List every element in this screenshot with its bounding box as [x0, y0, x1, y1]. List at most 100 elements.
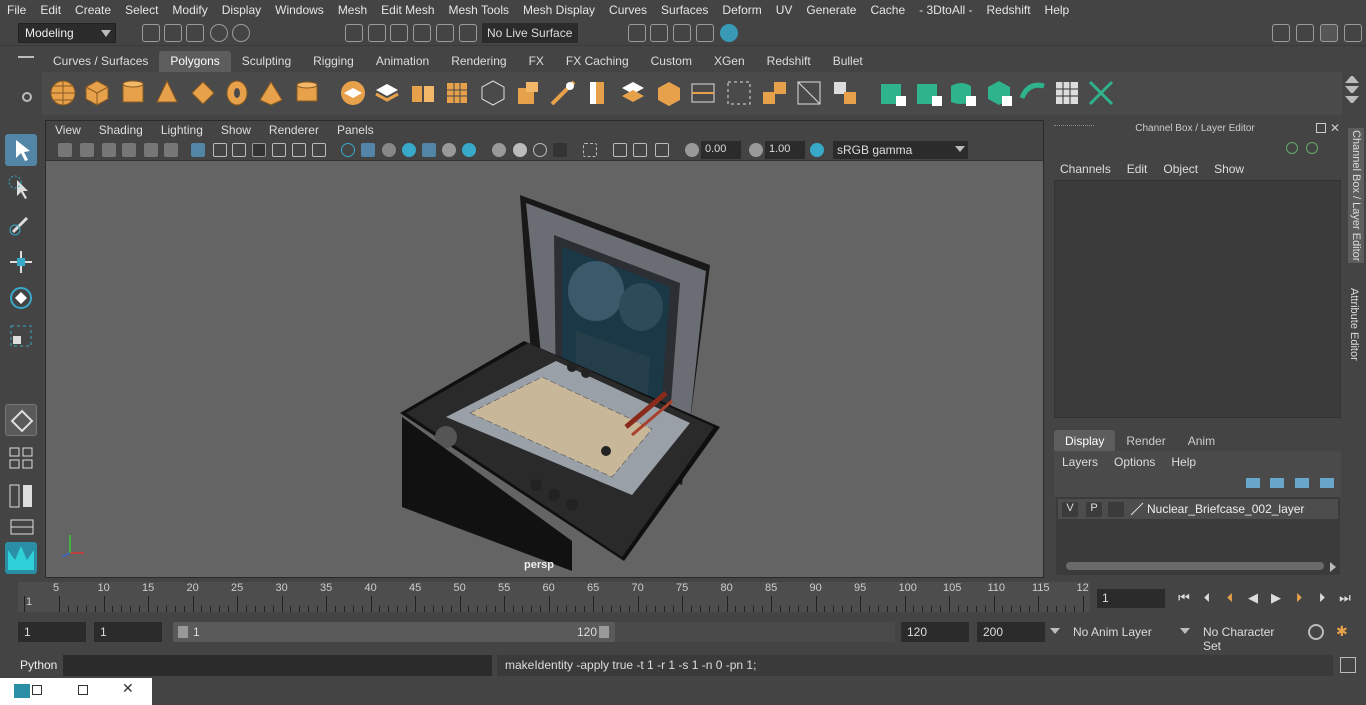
menu-mesh-tools[interactable]: Mesh Tools [442, 3, 516, 17]
isolate-select-icon[interactable] [583, 143, 597, 157]
speed-icon[interactable] [1306, 142, 1318, 154]
viewport-menu-panels[interactable]: Panels [328, 121, 383, 139]
uv-unfold-icon[interactable] [1018, 78, 1048, 108]
select-component-icon[interactable] [390, 24, 408, 42]
ambient-occlusion-icon[interactable] [492, 143, 506, 157]
go-to-start-icon[interactable]: ⏮ [1176, 590, 1192, 606]
layout-four-view-icon[interactable] [5, 444, 37, 472]
animation-preferences-icon[interactable]: ✱ [1336, 623, 1348, 640]
playback-end-field[interactable]: 120 [901, 622, 969, 642]
menu-display[interactable]: Display [215, 3, 268, 17]
menu-redshift[interactable]: Redshift [980, 3, 1038, 17]
poly-cylinder-icon[interactable] [118, 78, 148, 108]
wireframe-icon[interactable] [341, 143, 355, 157]
layout-stacked-icon[interactable] [5, 516, 37, 538]
snap-grid-icon[interactable] [413, 24, 431, 42]
float-panel-icon[interactable] [1316, 123, 1326, 133]
slide-edge-icon[interactable] [794, 78, 824, 108]
exposure-icon[interactable] [685, 143, 699, 157]
close-icon[interactable]: ✕ [1330, 121, 1340, 135]
reduce-icon[interactable] [478, 78, 508, 108]
grease-pencil-icon[interactable] [164, 143, 178, 157]
scene-end-field[interactable]: 200 [977, 622, 1045, 642]
uv-cut-sew-icon[interactable] [1086, 78, 1116, 108]
channel-menu-edit[interactable]: Edit [1119, 160, 1156, 178]
paint-select-tool-icon[interactable] [5, 208, 37, 240]
poly-plane-icon[interactable] [188, 78, 218, 108]
scene-start-field[interactable]: 1 [18, 622, 86, 642]
resolution-gate-icon[interactable] [232, 143, 246, 157]
xray-icon[interactable] [402, 143, 416, 157]
range-track[interactable] [615, 622, 895, 642]
character-set-field[interactable]: No Character Set [1197, 622, 1301, 653]
shelf-tab-fx-caching[interactable]: FX Caching [555, 51, 640, 72]
menu-edit[interactable]: Edit [33, 3, 68, 17]
hypershade-icon[interactable] [720, 24, 738, 42]
side-tab-channel-box[interactable]: Channel Box / Layer Editor [1348, 128, 1364, 264]
layer-color-icon[interactable] [1130, 502, 1144, 516]
layer-menu-options[interactable]: Options [1106, 455, 1163, 469]
shelf-settings-gear-icon[interactable] [22, 92, 32, 102]
menu-mesh-display[interactable]: Mesh Display [516, 3, 602, 17]
close-window-icon[interactable]: ✕ [122, 680, 134, 697]
menu-surfaces[interactable]: Surfaces [654, 3, 715, 17]
poly-torus-icon[interactable] [222, 78, 252, 108]
safe-action-icon[interactable] [292, 143, 306, 157]
ipr-render-icon[interactable] [650, 24, 668, 42]
restore-icon[interactable] [32, 685, 42, 695]
viewport-menu-show[interactable]: Show [212, 121, 260, 139]
mirror-icon[interactable] [408, 78, 438, 108]
current-frame-field[interactable]: 1 [1097, 589, 1165, 608]
shelf-tab-fx[interactable]: FX [518, 51, 555, 72]
tab-display[interactable]: Display [1054, 430, 1116, 452]
textured-icon[interactable] [422, 143, 436, 157]
multi-cut-icon[interactable] [688, 78, 718, 108]
menu-windows[interactable]: Windows [268, 3, 331, 17]
viewport-panel[interactable]: View Shading Lighting Show Renderer Panels 0.… [45, 120, 1044, 578]
manipulator-icon[interactable] [1286, 142, 1298, 154]
layer-menu-layers[interactable]: Layers [1054, 455, 1106, 469]
uv-auto-icon[interactable] [984, 78, 1014, 108]
mode-selector[interactable]: Modeling [18, 23, 116, 43]
uv-editor-icon[interactable] [1052, 78, 1082, 108]
play-backward-icon[interactable]: ◀ [1245, 590, 1261, 606]
film-gate-icon[interactable] [213, 143, 227, 157]
command-language-label[interactable]: Python [20, 658, 57, 672]
channel-menu-channels[interactable]: Channels [1052, 160, 1119, 178]
menu-curves[interactable]: Curves [602, 3, 654, 17]
layout-side-by-side-icon[interactable] [5, 482, 37, 510]
shelf-tab-polygons[interactable]: Polygons [159, 51, 231, 72]
combine-icon[interactable] [338, 78, 368, 108]
poly-pipe-icon[interactable] [292, 78, 322, 108]
shelf-tab-bullet[interactable]: Bullet [822, 51, 874, 72]
workspace-icon[interactable] [1272, 24, 1290, 42]
layer-name[interactable]: Nuclear_Briefcase_002_layer [1147, 502, 1304, 516]
layer-row[interactable]: V P Nuclear_Briefcase_002_layer [1058, 499, 1338, 519]
image-plane-icon[interactable] [122, 143, 136, 157]
chevron-down-icon[interactable] [1050, 628, 1060, 634]
uv-cylindrical-icon[interactable] [914, 78, 944, 108]
shelf-tab-animation[interactable]: Animation [365, 51, 440, 72]
shelf-tab-rigging[interactable]: Rigging [302, 51, 365, 72]
motion-blur-icon[interactable] [513, 143, 527, 157]
use-lights-icon[interactable] [442, 143, 456, 157]
auto-key-icon[interactable] [1308, 624, 1324, 640]
uv-spherical-icon[interactable] [948, 78, 978, 108]
step-forward-icon[interactable]: ⏵ [1314, 590, 1330, 606]
layer-playback-toggle[interactable]: P [1086, 502, 1102, 517]
bridge-icon[interactable] [548, 78, 578, 108]
viewport-menu-lighting[interactable]: Lighting [152, 121, 212, 139]
field-chart-icon[interactable] [272, 143, 286, 157]
poly-cube-icon[interactable] [82, 78, 112, 108]
tab-anim[interactable]: Anim [1177, 430, 1226, 452]
gamma-icon[interactable] [749, 143, 763, 157]
menu-select[interactable]: Select [118, 3, 165, 17]
menu-file[interactable]: File [0, 3, 33, 17]
target-weld-icon[interactable] [760, 78, 790, 108]
open-scene-icon[interactable] [164, 24, 182, 42]
color-management-icon[interactable] [810, 143, 824, 157]
side-tab-attribute-editor[interactable]: Attribute Editor [1348, 288, 1360, 361]
shelf-tab-redshift[interactable]: Redshift [756, 51, 822, 72]
layer-display-type-toggle[interactable] [1108, 502, 1124, 517]
range-start-handle[interactable] [178, 626, 188, 638]
